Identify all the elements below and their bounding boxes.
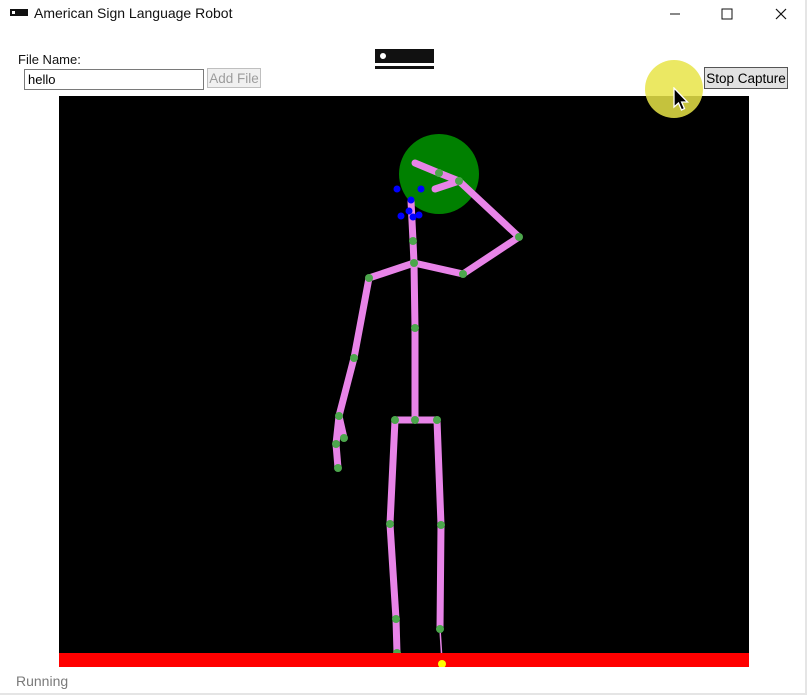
window-app-icon [10, 9, 28, 16]
capture-indicator-icon [375, 49, 434, 69]
maximize-button[interactable] [704, 0, 750, 28]
maximize-icon [721, 8, 733, 20]
close-button[interactable] [758, 0, 804, 28]
app-window: American Sign Language Robot File Name: … [0, 0, 807, 695]
add-file-button[interactable]: Add File [207, 68, 261, 88]
minimize-icon [670, 13, 680, 15]
title-bar[interactable]: American Sign Language Robot [0, 0, 805, 28]
skeleton-canvas [59, 96, 749, 668]
skeleton-view [59, 134, 749, 668]
file-name-input[interactable] [24, 69, 204, 90]
file-name-label: File Name: [18, 52, 81, 67]
close-icon [775, 8, 787, 20]
status-text: Running [16, 673, 69, 689]
minimize-button[interactable] [652, 0, 698, 28]
window-title: American Sign Language Robot [34, 5, 233, 21]
skeleton-bones [332, 159, 523, 657]
skeleton-joints [332, 169, 523, 657]
floor-bar [59, 653, 749, 667]
mouse-cursor-icon [673, 87, 690, 111]
stop-capture-button[interactable]: Stop Capture [704, 67, 788, 89]
